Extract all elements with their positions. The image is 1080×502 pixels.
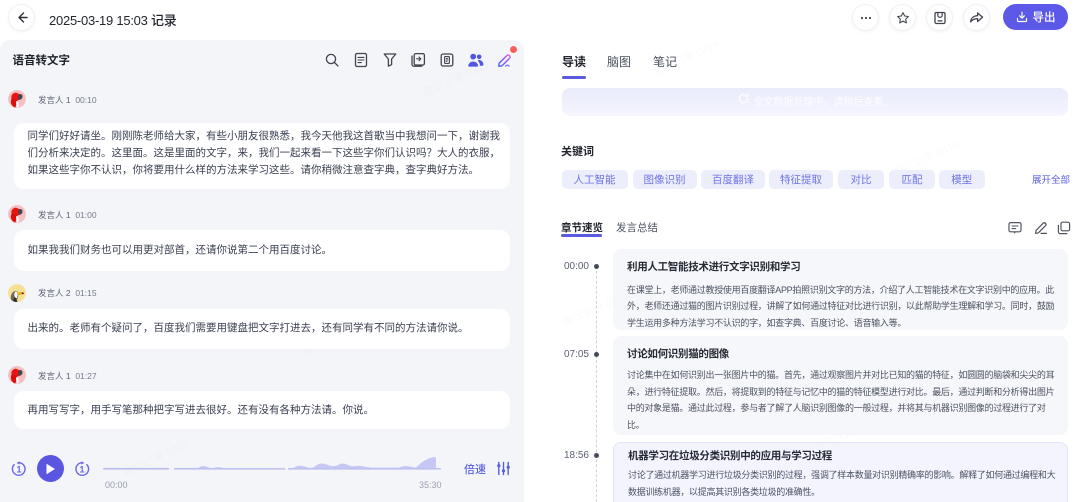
- svg-text:1: 1: [16, 465, 21, 475]
- svg-text:1: 1: [79, 465, 84, 475]
